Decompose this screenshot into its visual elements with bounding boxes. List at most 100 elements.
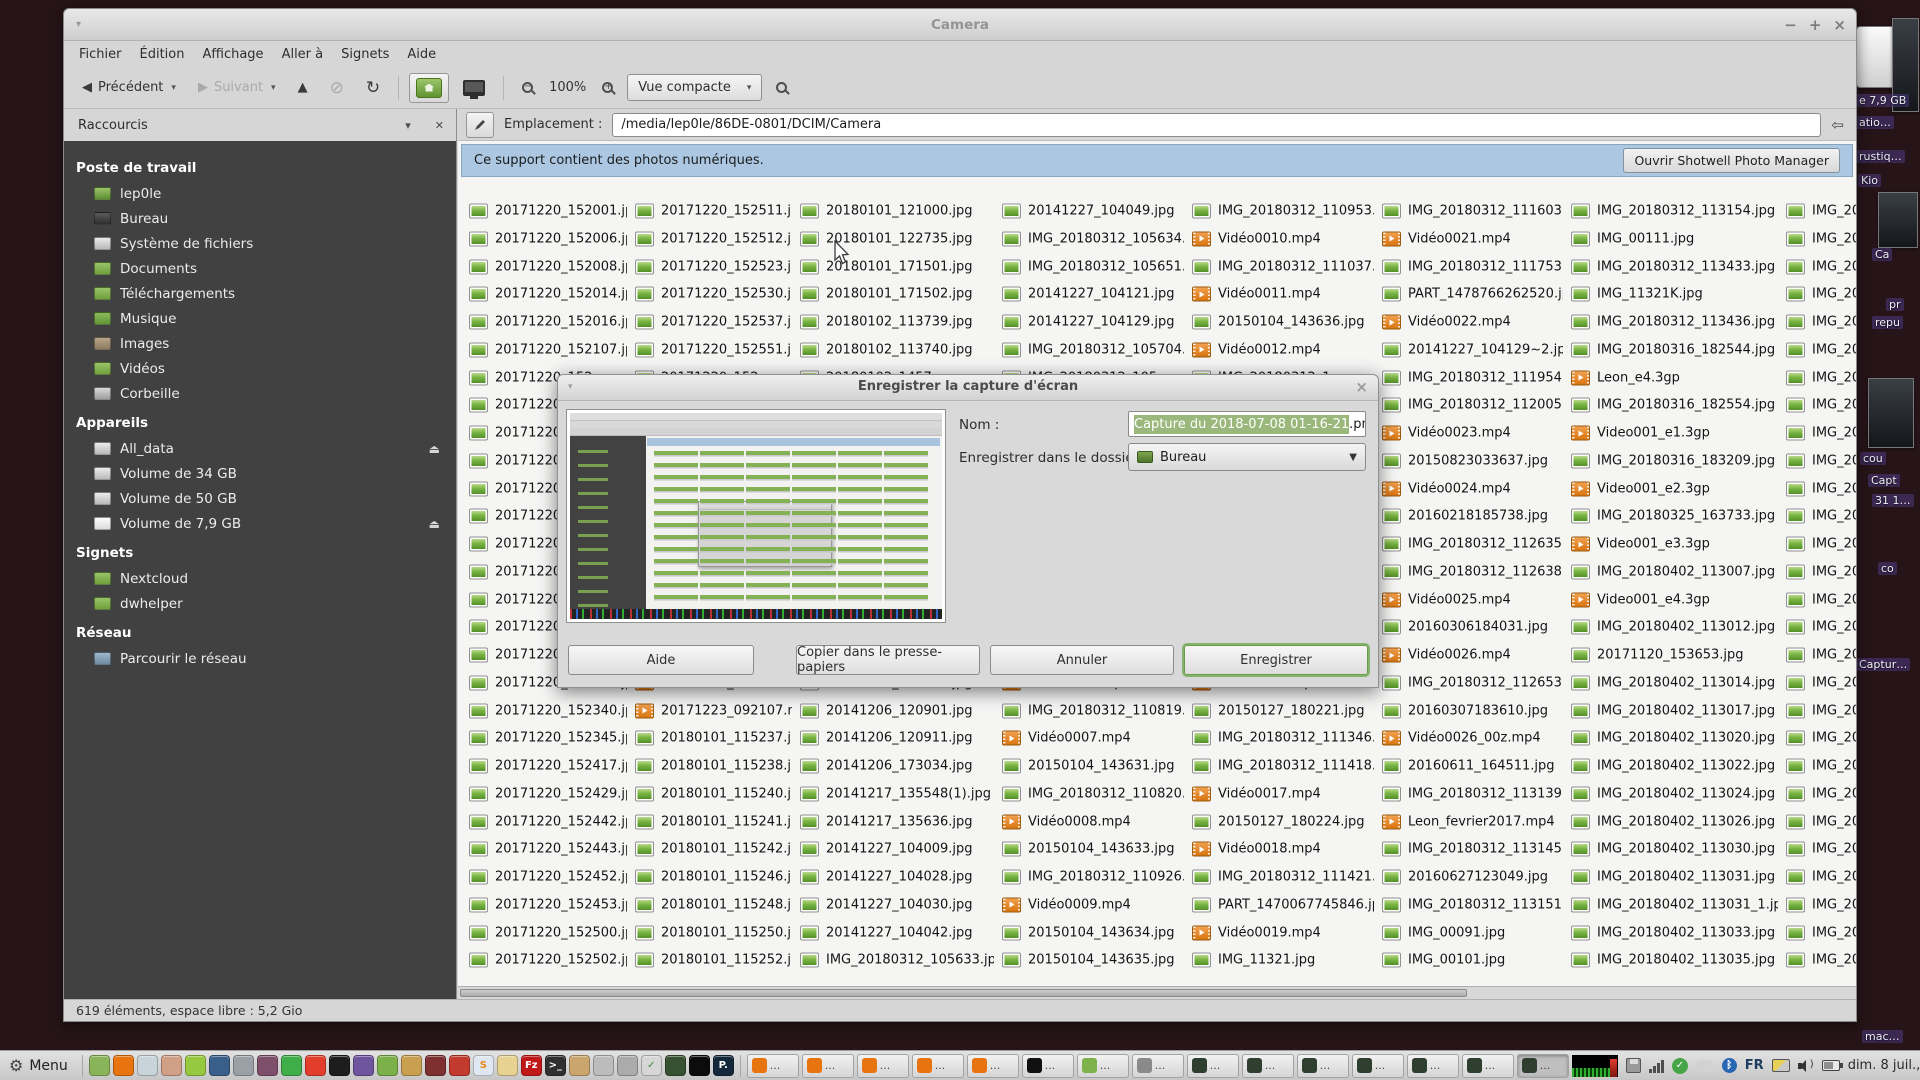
file-item[interactable]: 20160611_164511.jpg xyxy=(1382,752,1563,780)
menu-signets[interactable]: Signets xyxy=(332,43,398,66)
file-item[interactable]: 20150127_180221.jpg xyxy=(1192,697,1374,725)
file-item[interactable]: IMG_20180402_113022.jpg xyxy=(1571,752,1778,780)
battery-icon[interactable] xyxy=(1822,1060,1840,1071)
file-item[interactable]: IMG_201… xyxy=(1786,308,1856,336)
file-item[interactable]: 20141227_104129.jpg xyxy=(1002,308,1184,336)
file-item[interactable]: 20150823033637.jpg xyxy=(1382,447,1563,475)
file-item[interactable]: 20171220_152452.jpg xyxy=(469,863,627,891)
file-item[interactable]: IMG_20180312_112005.jpg xyxy=(1382,391,1563,419)
sidebar-item-volume-de-50-gb[interactable]: Volume de 50 GB xyxy=(64,486,456,511)
file-item[interactable]: 20141227_104129~2.jpg xyxy=(1382,336,1563,364)
file-item[interactable]: Leon_e4.3gp xyxy=(1571,364,1778,392)
file-item[interactable]: PART_1470067745846.jpg xyxy=(1192,891,1374,919)
file-item[interactable]: IMG_20180402_113017.jpg xyxy=(1571,697,1778,725)
back-history-icon[interactable]: ▾ xyxy=(171,83,176,93)
file-item[interactable]: IMG_201… xyxy=(1786,724,1856,752)
file-item[interactable]: 20160627123049.jpg xyxy=(1382,863,1563,891)
go-location-icon[interactable]: ⇦ xyxy=(1831,116,1848,134)
file-item[interactable]: 20171220_152014.jpg xyxy=(469,280,627,308)
file-item[interactable]: 20171220_152512.jpg xyxy=(635,225,792,253)
file-item[interactable]: Vidéo0021.mp4 xyxy=(1382,225,1563,253)
sidebar-item-t-l-chargements[interactable]: Téléchargements xyxy=(64,281,456,306)
file-item[interactable]: IMG_201… xyxy=(1786,808,1856,836)
file-item[interactable]: IMG_201… xyxy=(1786,447,1856,475)
copy-to-clipboard-button[interactable]: Copier dans le presse-papiers xyxy=(796,645,980,675)
file-item[interactable]: IMG_20180325_163733.jpg xyxy=(1571,502,1778,530)
file-item[interactable]: Video001_e3.3gp xyxy=(1571,530,1778,558)
volume-icon[interactable]: ) xyxy=(1798,1059,1814,1073)
file-item[interactable]: IMG_201… xyxy=(1786,225,1856,253)
file-item[interactable]: Video001_e1.3gp xyxy=(1571,419,1778,447)
nextcloud-icon[interactable] xyxy=(1696,1060,1714,1072)
file-item[interactable]: 20171220_152001.jpg xyxy=(469,197,627,225)
file-item[interactable]: Vidéo0023.mp4 xyxy=(1382,419,1563,447)
launcher-package-installer-icon[interactable] xyxy=(569,1055,590,1076)
file-item[interactable]: IMG_00101.jpg xyxy=(1382,946,1563,974)
desktop-icon-label[interactable]: Captur… xyxy=(1856,658,1910,671)
taskbar-window-button[interactable]: ... xyxy=(747,1054,799,1078)
file-item[interactable]: IMG_201… xyxy=(1786,391,1856,419)
launcher-headphones-app-icon[interactable] xyxy=(353,1055,374,1076)
launcher-unity3d-icon[interactable] xyxy=(329,1055,350,1076)
up-button[interactable]: ▲ xyxy=(290,75,316,100)
launcher-camera-lens-icon[interactable] xyxy=(665,1055,686,1076)
file-item[interactable]: Vidéo0022.mp4 xyxy=(1382,308,1563,336)
desktop-icon-label[interactable]: Kio xyxy=(1858,174,1881,187)
file-item[interactable]: IMG_201… xyxy=(1786,586,1856,614)
launcher-photo-app-icon[interactable] xyxy=(305,1055,326,1076)
desktop-icon-label[interactable]: Capt xyxy=(1868,474,1900,487)
launcher-music-app-icon[interactable] xyxy=(281,1055,302,1076)
file-item[interactable]: 20180101_115252.jpg xyxy=(635,946,792,974)
file-item[interactable]: Video001_e4.3gp xyxy=(1571,586,1778,614)
file-item[interactable]: IMG_201… xyxy=(1786,780,1856,808)
sidebar-item-images[interactable]: Images xyxy=(64,331,456,356)
desktop-icon-label[interactable]: repu xyxy=(1872,316,1903,329)
file-item[interactable]: 20171220_152345.jpg xyxy=(469,724,627,752)
file-item[interactable]: 20150104_143633.jpg xyxy=(1002,835,1184,863)
launcher-green-disc-icon[interactable] xyxy=(185,1055,206,1076)
taskbar-window-button[interactable]: ... xyxy=(857,1054,909,1078)
sidebar-header-title[interactable]: Raccourcis xyxy=(64,118,393,133)
file-item[interactable]: Vidéo0026.mp4 xyxy=(1382,641,1563,669)
launcher-blue-orb-icon[interactable] xyxy=(209,1055,230,1076)
desktop-icon-label[interactable]: 31 1… xyxy=(1872,494,1914,507)
desktop-icon-label[interactable]: pr xyxy=(1886,298,1904,311)
file-item[interactable]: PART_1478766262520.jpg xyxy=(1382,280,1563,308)
file-item[interactable]: IMG_20180312_110926.jpg xyxy=(1002,863,1184,891)
view-mode-select[interactable]: Vue compacte▾ xyxy=(627,74,762,101)
file-item[interactable]: IMG_201… xyxy=(1786,613,1856,641)
file-item[interactable]: 20171220_152537.jpg xyxy=(635,308,792,336)
file-item[interactable]: IMG_201… xyxy=(1786,919,1856,947)
close-button[interactable]: × xyxy=(1833,18,1846,32)
launcher-pen-tool-icon[interactable] xyxy=(401,1055,422,1076)
file-item[interactable]: 20171220_152453.jpg xyxy=(469,891,627,919)
close-icon[interactable]: × xyxy=(1355,378,1368,396)
file-item[interactable]: IMG_20180312_111603.jpg xyxy=(1382,197,1563,225)
forward-button[interactable]: ▶ Suivant ▾ xyxy=(190,75,284,100)
file-item[interactable]: 20171220_152107.jpg xyxy=(469,336,627,364)
file-item[interactable]: 20150127_180224.jpg xyxy=(1192,808,1374,836)
network-signal-icon[interactable] xyxy=(1649,1059,1664,1073)
taskbar-window-button[interactable]: ... xyxy=(802,1054,854,1078)
file-item[interactable]: IMG_20180402_113007.jpg xyxy=(1571,558,1778,586)
sidebar-item-bureau[interactable]: Bureau xyxy=(64,206,456,231)
file-item[interactable]: 20171220_152008.jpg xyxy=(469,253,627,281)
file-item[interactable]: 20180101_115248.jpg xyxy=(635,891,792,919)
file-item[interactable]: IMG_201… xyxy=(1786,835,1856,863)
sidebar-selector-icon[interactable]: ▾ xyxy=(393,119,423,132)
file-item[interactable]: 20180101_115237.jpg xyxy=(635,724,792,752)
edit-location-toggle[interactable] xyxy=(466,112,494,138)
maximize-button[interactable]: + xyxy=(1809,18,1822,32)
file-item[interactable]: IMG_201… xyxy=(1786,641,1856,669)
zoom-in-button[interactable]: + xyxy=(594,77,621,98)
file-item[interactable]: 20180101_115246.jpg xyxy=(635,863,792,891)
desktop-icon-label[interactable]: rustiq… xyxy=(1856,150,1905,163)
file-item[interactable]: IMG_20180402_113035.jpg xyxy=(1571,946,1778,974)
file-item[interactable]: 20180101_115240.jpg xyxy=(635,780,792,808)
save-folder-select[interactable]: Bureau ▼ xyxy=(1128,443,1366,471)
file-item[interactable]: Vidéo0019.mp4 xyxy=(1192,919,1374,947)
file-item[interactable]: IMG_20180312_110820.jpg xyxy=(1002,780,1184,808)
launcher-molecules-app-icon[interactable] xyxy=(377,1055,398,1076)
sidebar-item-volume-de-34-gb[interactable]: Volume de 34 GB xyxy=(64,461,456,486)
file-item[interactable]: 20141206_120911.jpg xyxy=(800,724,994,752)
